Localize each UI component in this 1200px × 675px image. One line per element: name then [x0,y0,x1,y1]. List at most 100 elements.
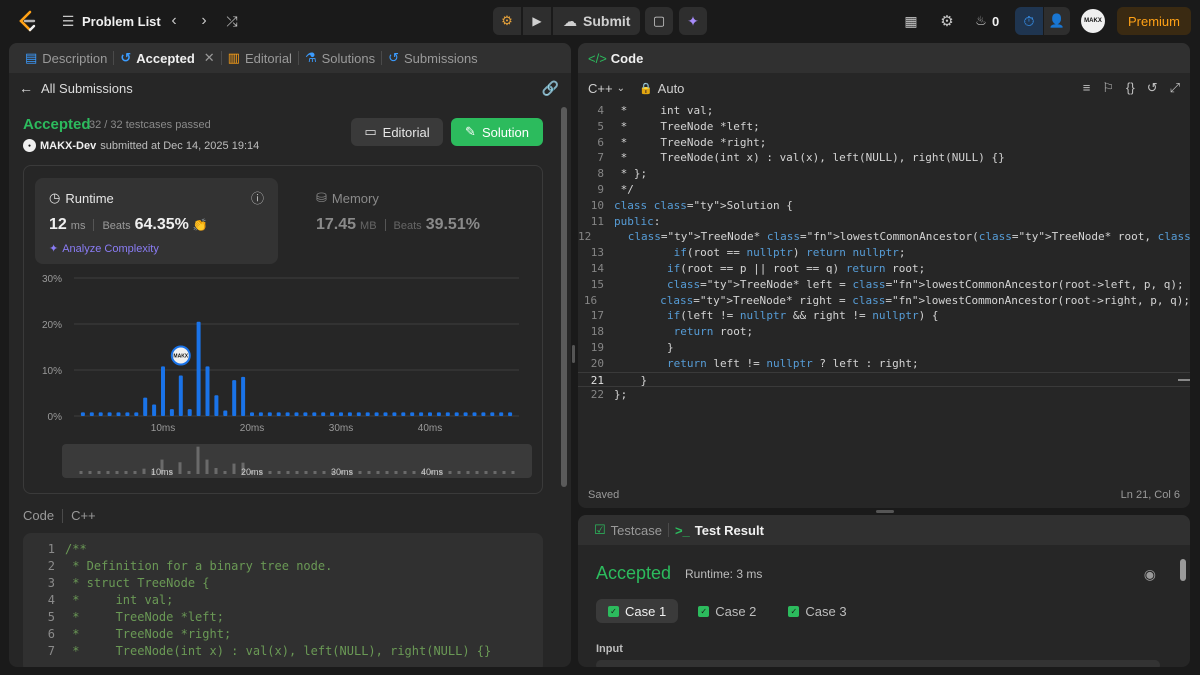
tab-submissions[interactable]: ↺ Submissions [382,43,484,73]
terminal-icon: >_ [674,522,690,538]
runtime-distribution-chart[interactable]: 30% 20% 10% 0% MAKX 10ms 20ms 30ms 40ms 10ms 20ms 3… [24,266,542,490]
debug-button[interactable]: ⚙ [493,7,521,35]
result-scrollbar[interactable] [1180,559,1186,581]
arrow-left-icon[interactable]: ← [19,80,33,96]
editorial-button[interactable]: ▭ Editorial [351,118,443,146]
runtime-card[interactable]: ◷ Runtime ⓘ 12 ms Beats 64.35% 👏 ✦ Analy… [35,178,278,264]
chart-bar [152,404,157,416]
code-brackets-icon: </> [588,50,607,66]
info-icon[interactable]: ⓘ [251,188,264,207]
memory-card[interactable]: ⛁ Memory 17.45 MB Beats 39.51% [302,178,532,264]
runtime-beats-label: Beats [102,220,131,232]
tab-accepted[interactable]: ↺ Accepted ✕ [114,43,220,73]
tab-solutions[interactable]: ⚗ Solutions [299,43,381,73]
overview-bar [124,471,128,474]
line-number: 4 [597,104,604,117]
runtime-unit: ms [70,220,86,232]
overview-bar [511,471,515,474]
back-to-submissions[interactable]: ← All Submissions 🔗 [9,73,571,103]
code-text: * }; [614,167,648,181]
link-icon[interactable]: 🔗 [542,80,559,97]
x-tick-label: 40ms [418,423,442,434]
prev-problem-icon[interactable]: ‹ [166,11,182,31]
avatar-label: MAKX [1084,18,1102,24]
horizontal-splitter-handle[interactable] [876,510,894,513]
bookmark-icon[interactable]: ⚐ [1102,80,1114,96]
overview-bar [277,471,281,474]
shuffle-icon[interactable]: ⤮ [223,11,241,31]
settings-gear-icon[interactable]: ⚙ [938,12,956,30]
editor-line: 19 } [578,340,1190,356]
run-button[interactable]: ▶ [523,7,551,35]
code-line: 6 * TreeNode *right; [23,626,543,643]
line-number: 6 [47,627,55,641]
line-number: 14 [590,261,604,275]
overview-bar [394,471,398,474]
y-tick-label: 30% [42,274,62,285]
tab-editorial[interactable]: ▥ Editorial [222,43,298,73]
premium-button[interactable]: Premium [1117,7,1191,35]
language-select[interactable]: C++ ⌄ [588,81,625,96]
leetcode-logo-icon[interactable] [16,10,38,32]
back-label[interactable]: All Submissions [41,81,133,96]
top-bar: ☰ Problem List ‹ › ⤮ ⚙ ▶ ☁ Submit ▢ ✦ ▦ … [0,0,1200,42]
left-scrollbar[interactable] [561,107,567,487]
invite-user-icon[interactable]: 👤 [1044,7,1070,35]
solution-button[interactable]: ✎ Solution [451,118,543,146]
tab-test-result[interactable]: >_ Test Result [669,515,770,545]
user-marker-label: MAKX [173,354,188,360]
chart-bar [303,412,308,416]
chart-bar [250,412,254,416]
note-button[interactable]: ▢ [645,7,673,35]
eye-icon[interactable]: ◉ [1144,566,1156,583]
tab-description[interactable]: ▤ Description [19,43,113,73]
code-text: class class="ty">Solution { [614,198,793,212]
auto-label: Auto [657,80,685,96]
username[interactable]: MAKX-Dev [40,140,96,152]
code-text: public: [614,214,661,228]
chart-bar [365,412,370,416]
analyze-complexity-link[interactable]: ✦ Analyze Complexity [49,242,159,256]
format-icon[interactable]: ≡ [1083,80,1091,96]
analyze-label: Analyze Complexity [62,242,159,255]
code-editor[interactable]: 4 * int val; 5 * TreeNode *left; 6 * TreeN… [578,103,1190,423]
code-lang: C++ [71,508,96,523]
timer-button[interactable]: ⏱ [1015,7,1043,35]
line-number: 5 [597,119,604,133]
runtime-value: 12 [49,216,67,233]
chart-bar [134,412,139,416]
chart-bar [161,366,165,416]
ai-sparkle-button[interactable]: ✦ [679,7,707,35]
code-line: 1 /** [23,541,543,558]
expand-icon[interactable]: ⤢ [1170,80,1180,96]
line-number: 15 [590,277,604,291]
reset-icon[interactable]: ↺ [1147,80,1158,96]
problem-list-icon[interactable]: ☰ [60,13,76,29]
case-tab-1[interactable]: ✓ Case 1 [596,599,679,623]
input-box[interactable] [596,660,1160,667]
saved-status: Saved [588,489,620,501]
submitted-code-block[interactable]: 1 /** 2 * Definition for a binary tree nod… [23,533,543,667]
avatar[interactable]: MAKX [1081,9,1105,33]
user-avatar[interactable]: ● [23,139,36,152]
auto-mode[interactable]: 🔒 Auto [639,81,684,96]
line-number: 22 [590,388,604,402]
runtime-values: 12 ms Beats 64.35% 👏 [49,216,208,234]
code-text: * int val; [614,104,714,117]
tab-testcase[interactable]: ☑ Testcase [588,515,668,545]
chart-bar [258,412,263,416]
streak-fire-icon[interactable]: ♨ [974,12,988,30]
close-tab-icon[interactable]: ✕ [204,50,215,66]
case-tab-2[interactable]: ✓ Case 2 [686,599,768,623]
chip-icon: ⛁ [316,190,327,205]
chart-bar [383,412,388,416]
case-tab-3[interactable]: ✓ Case 3 [776,599,858,623]
next-problem-icon[interactable]: › [196,11,212,31]
braces-icon[interactable]: {} [1126,80,1135,96]
memory-beats: 39.51% [425,216,480,233]
layout-icon[interactable]: ▦ [902,12,920,30]
problem-list-label[interactable]: Problem List [82,12,161,30]
line-number: 20 [590,356,604,370]
vertical-splitter-handle[interactable] [572,345,575,363]
submit-button[interactable]: ☁ Submit [553,7,641,35]
